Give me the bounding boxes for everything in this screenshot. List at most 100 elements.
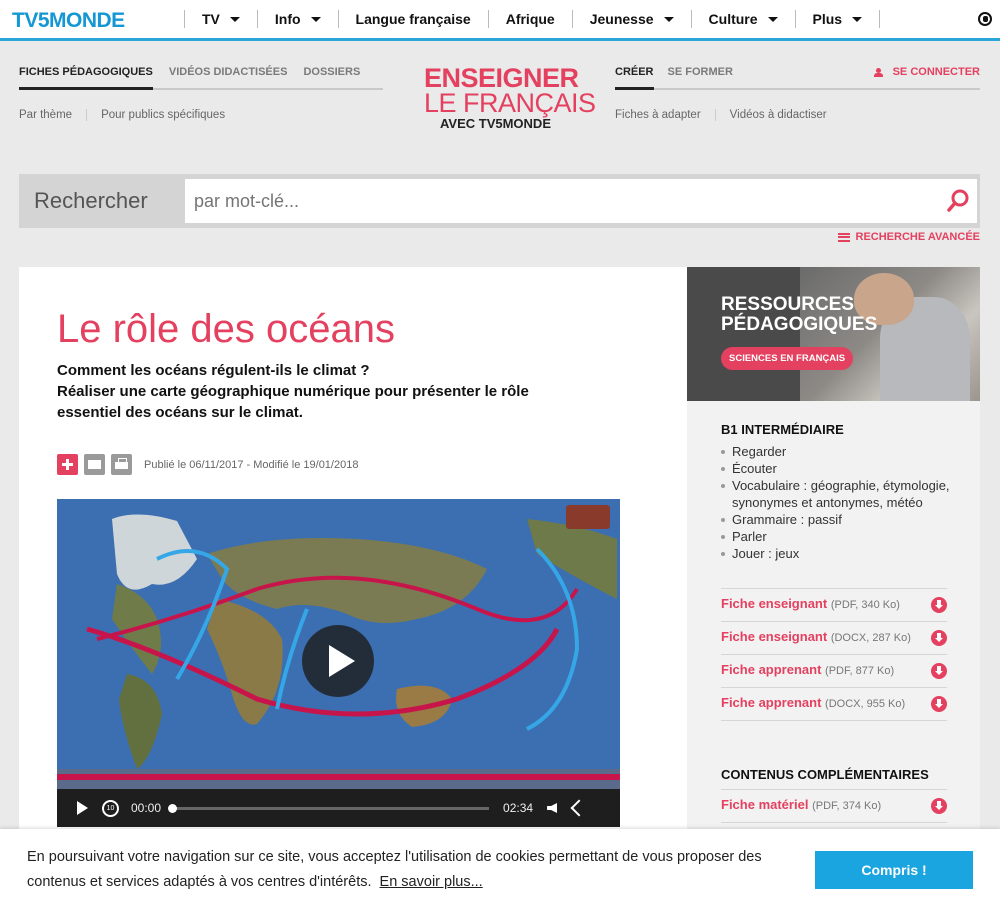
list-item: Vocabulaire : géographie, étymologie, sy… [721,477,951,511]
play-icon[interactable] [302,625,374,697]
nav-label: Info [274,11,301,27]
tab-creer[interactable]: CRÉER [615,66,654,90]
tv5monde-logo[interactable]: TV5MONDE [12,9,125,33]
subnav-right-links: Fiches à adapter Vidéos à didactiser [615,100,841,130]
user-icon [873,67,883,77]
advanced-search-label: RECHERCHE AVANCÉE [855,231,980,243]
cookie-message: En poursuivant votre navigation sur ce s… [27,845,797,895]
list-item: Grammaire : passif [721,511,951,528]
file-meta: (DOCX, 287 Ko) [830,632,911,644]
level-heading: B1 INTERMÉDIAIRE [721,422,844,437]
video-player[interactable]: 10 00:00 02:34 [57,499,620,827]
promo-banner[interactable]: RESSOURCES PÉDAGOGIQUES SCIENCES EN FRAN… [687,267,980,401]
download-icon[interactable] [931,630,947,646]
print-icon[interactable] [111,454,132,475]
login-link[interactable]: SE CONNECTER [873,66,980,78]
link-publics-specifiques[interactable]: Pour publics spécifiques [86,109,239,121]
search-icon[interactable] [947,189,969,213]
skills-list: Regarder Écouter Vocabulaire : géographi… [721,443,951,562]
page-title: Le rôle des océans [57,307,396,351]
download-icon[interactable] [931,798,947,814]
add-icon[interactable] [57,454,78,475]
brand-line-1: ENSEIGNER [424,63,579,93]
download-icon[interactable] [931,597,947,613]
volume-icon[interactable] [547,803,558,813]
download-item[interactable]: Fiche apprenant (DOCX, 955 Ko) [721,688,947,721]
file-name: Fiche apprenant [721,662,822,677]
link-fiches-a-adapter[interactable]: Fiches à adapter [615,109,715,121]
nav-item-jeunesse[interactable]: Jeunesse [571,10,691,28]
file-name: Fiche matériel [721,797,809,812]
nav-item-plus[interactable]: Plus [794,10,880,28]
advanced-search-link[interactable]: RECHERCHE AVANCÉE [837,231,980,243]
video-progress-bar[interactable] [168,803,490,813]
file-name: Fiche enseignant [721,629,828,644]
subnav-left: FICHES PÉDAGOGIQUES VIDÉOS DIDACTISÉES D… [19,66,383,90]
video-duration: 02:34 [503,801,534,815]
article-tools: Publié le 06/11/2017 - Modifié le 19/01/… [57,454,358,475]
search-bar: Rechercher [19,174,980,228]
tab-videos-didactisees[interactable]: VIDÉOS DIDACTISÉES [169,66,288,88]
main-nav: TV Info Langue française Afrique Jeuness… [184,0,881,38]
subnav-left-links: Par thème Pour publics spécifiques [19,100,239,130]
promo-title: RESSOURCES PÉDAGOGIQUES [721,295,877,335]
article-lead: Comment les océans régulent-ils le clima… [57,360,597,423]
globe-icon[interactable] [978,12,992,26]
chevron-down-icon [852,16,863,22]
download-item[interactable]: Fiche enseignant (DOCX, 287 Ko) [721,622,947,655]
chevron-down-icon [767,16,778,22]
file-name: Fiche enseignant [721,596,828,611]
download-icon[interactable] [931,696,947,712]
link-par-theme[interactable]: Par thème [19,109,86,121]
nav-label: Langue française [355,11,471,27]
list-item: Regarder [721,443,951,460]
tab-se-former[interactable]: SE FORMER [668,66,733,88]
tab-dossiers[interactable]: DOSSIERS [303,66,360,88]
brand-line-2: LE FRANÇAIS [424,88,596,118]
promo-pill-button[interactable]: SCIENCES EN FRANÇAIS [721,347,854,370]
nav-divider [879,10,881,28]
progress-knob[interactable] [168,803,178,813]
search-input[interactable] [185,179,977,223]
cookie-accept-button[interactable]: Compris ! [815,851,973,889]
download-icon[interactable] [931,663,947,679]
article-card: Le rôle des océans Comment les océans ré… [19,267,687,911]
search-label: Rechercher [34,188,148,213]
nav-item-culture[interactable]: Culture [690,10,795,28]
file-meta: (PDF, 877 Ko) [825,665,895,677]
chevron-down-icon [310,16,321,22]
subnav-right: CRÉER SE FORMER SE CONNECTER [615,66,980,90]
file-meta: (DOCX, 955 Ko) [825,698,906,710]
play-button[interactable] [77,801,88,815]
fullscreen-icon[interactable] [570,799,588,817]
cookie-more-link[interactable]: En savoir plus... [380,874,483,890]
file-meta: (PDF, 340 Ko) [830,599,900,611]
download-item[interactable]: Fiche enseignant (PDF, 340 Ko) [721,589,947,622]
nav-label: TV [202,11,220,27]
list-item: Écouter [721,460,951,477]
nav-label: Plus [812,11,843,27]
nav-item-afrique[interactable]: Afrique [487,10,572,28]
cookie-banner: En poursuivant votre navigation sur ce s… [0,829,1000,911]
mail-icon[interactable] [84,454,105,475]
channel-logo [566,505,610,529]
tab-fiches-pedagogiques[interactable]: FICHES PÉDAGOGIQUES [19,66,153,90]
site-brand-logo[interactable]: ENSEIGNER LE FRANÇAIS AVEC TV5MONDE [424,63,596,132]
promo-title-line-1: RESSOURCES [721,294,855,315]
nav-label: Culture [708,11,758,27]
current-time: 00:00 [131,801,162,815]
promo-title-line-2: PÉDAGOGIQUES [721,314,878,335]
file-name: Fiche apprenant [721,695,822,710]
download-item[interactable]: Fiche matériel (PDF, 374 Ko) [721,790,947,823]
nav-item-langue-francaise[interactable]: Langue française [337,10,488,28]
link-videos-a-didactiser[interactable]: Vidéos à didactiser [714,109,841,121]
nav-label: Afrique [505,11,555,27]
download-list: Fiche enseignant (PDF, 340 Ko) Fiche ens… [721,588,947,721]
replay-10-icon[interactable]: 10 [102,799,119,817]
nav-item-info[interactable]: Info [256,10,338,28]
download-item[interactable]: Fiche apprenant (PDF, 877 Ko) [721,655,947,688]
brand-line-3: AVEC TV5MONDE [440,116,551,131]
list-item: Parler [721,528,951,545]
file-meta: (PDF, 374 Ko) [812,800,882,812]
nav-item-tv[interactable]: TV [184,10,257,28]
